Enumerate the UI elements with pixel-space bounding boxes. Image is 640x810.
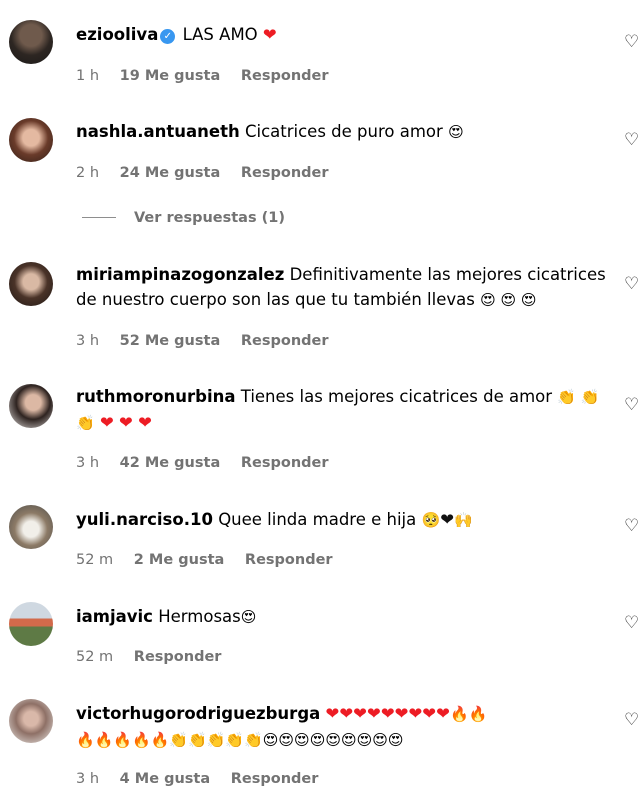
comment-time[interactable]: 52 m — [76, 649, 113, 665]
comment-text: Cicatrices de puro amor — [244, 122, 443, 141]
comment-username[interactable]: yuli.narciso.10 — [76, 510, 213, 529]
comment-time[interactable]: 3 h — [76, 333, 99, 349]
comment-emoji: 😍😍😍😍😍😍😍😍😍 — [262, 731, 404, 749]
avatar[interactable] — [9, 699, 53, 743]
comment-likes[interactable]: 24 Me gusta — [120, 165, 221, 181]
view-replies-button[interactable]: Ver respuestas (1) — [82, 210, 285, 226]
reply-button[interactable]: Responder — [231, 771, 319, 787]
comment-emoji: 👏 — [76, 414, 95, 432]
heart-outline-icon[interactable]: ♡ — [624, 615, 640, 631]
comment-emoji: 🔥🔥🔥🔥🔥 — [76, 731, 170, 749]
verified-badge-icon: ✓ — [160, 29, 176, 44]
heart-outline-icon[interactable]: ♡ — [624, 34, 640, 50]
reply-button[interactable]: Responder — [134, 649, 222, 665]
comment-emoji: 👏👏👏👏👏 — [169, 731, 263, 749]
comment-emoji: ❤ — [440, 510, 455, 529]
comment-emoji: 😍 — [240, 608, 257, 626]
comment-text: LAS AMO — [182, 25, 258, 44]
comment-time[interactable]: 3 h — [76, 771, 99, 787]
avatar[interactable] — [9, 602, 53, 646]
reply-button[interactable]: Responder — [241, 455, 329, 471]
comment-likes[interactable]: 19 Me gusta — [120, 68, 221, 84]
comment-emoji: ❤ ❤ ❤ — [99, 413, 152, 432]
comment-time[interactable]: 2 h — [76, 165, 99, 181]
comment-time[interactable]: 1 h — [76, 68, 99, 84]
avatar[interactable] — [9, 384, 53, 428]
reply-button[interactable]: Responder — [241, 333, 329, 349]
comment-time[interactable]: 3 h — [76, 455, 99, 471]
comment-emoji: ❤ — [262, 25, 277, 44]
comment-username[interactable]: miriampinazogonzalez — [76, 265, 284, 284]
comment-emoji: 🥺 — [421, 511, 441, 529]
comment-text: de nuestro cuerpo son las que tu también… — [76, 290, 475, 309]
reply-button[interactable]: Responder — [245, 552, 333, 568]
heart-outline-icon[interactable]: ♡ — [624, 712, 640, 728]
comment-emoji: ❤❤❤❤❤❤❤❤❤ — [325, 704, 450, 723]
comment-likes[interactable]: 2 Me gusta — [134, 552, 225, 568]
avatar[interactable] — [9, 262, 53, 306]
replies-divider — [82, 217, 116, 218]
avatar[interactable] — [9, 505, 53, 549]
comment-text: Hermosas — [158, 607, 241, 626]
comment-likes[interactable]: 52 Me gusta — [120, 333, 221, 349]
avatar[interactable] — [9, 118, 53, 162]
comment-text: Quee linda madre e hija — [218, 510, 417, 529]
comment-username[interactable]: eziooliva — [76, 25, 158, 44]
comment-username[interactable]: victorhugorodriguezburga — [76, 704, 320, 723]
comment-likes[interactable]: 4 Me gusta — [120, 771, 211, 787]
comment-time[interactable]: 52 m — [76, 552, 113, 568]
view-replies-label: Ver respuestas (1) — [134, 210, 285, 226]
comment-text: Definitivamente las mejores cicatrices — [289, 265, 606, 284]
heart-outline-icon[interactable]: ♡ — [624, 276, 640, 292]
comment-likes[interactable]: 42 Me gusta — [120, 455, 221, 471]
heart-outline-icon[interactable]: ♡ — [624, 397, 640, 413]
comment-emoji: 😍 😍 😍 — [480, 291, 537, 309]
reply-button[interactable]: Responder — [241, 165, 329, 181]
avatar[interactable] — [9, 20, 53, 64]
comment-emoji: 👏 👏 — [557, 388, 600, 406]
comment-emoji: 😍 — [448, 123, 464, 141]
comment-emoji: 🙌 — [454, 511, 473, 529]
comment-username[interactable]: iamjavic — [76, 607, 153, 626]
comment-username[interactable]: ruthmoronurbina — [76, 387, 236, 406]
comment-text: Tienes las mejores cicatrices de amor — [240, 387, 553, 406]
comment-username[interactable]: nashla.antuaneth — [76, 122, 240, 141]
reply-button[interactable]: Responder — [241, 68, 329, 84]
heart-outline-icon[interactable]: ♡ — [624, 518, 640, 534]
heart-outline-icon[interactable]: ♡ — [624, 132, 640, 148]
comment-emoji: 🔥🔥 — [449, 705, 488, 723]
